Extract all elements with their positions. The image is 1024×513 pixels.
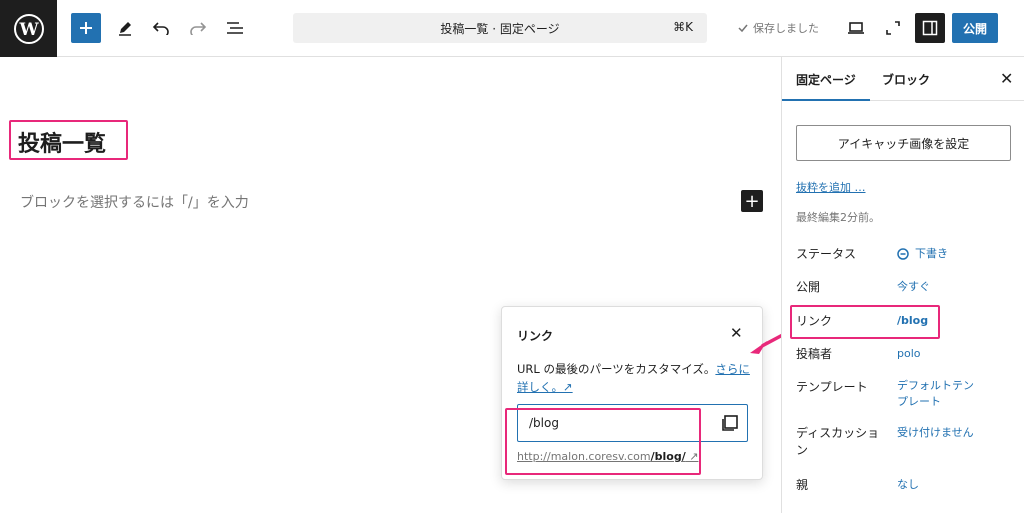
status-value[interactable]: 下書き — [897, 246, 948, 262]
command-palette-bar[interactable]: 投稿一覧 · 固定ページ ⌘K — [293, 13, 707, 43]
close-icon[interactable]: ✕ — [730, 324, 743, 342]
publish-button[interactable]: 公開 — [952, 13, 998, 43]
parent-value[interactable]: なし — [897, 477, 919, 493]
draft-status-icon — [897, 248, 909, 260]
template-value[interactable]: デフォルトテンプレート — [897, 378, 975, 410]
shortcut-hint: ⌘K — [673, 20, 693, 34]
block-placeholder[interactable]: ブロックを選択するには「/」を入力 — [20, 192, 249, 212]
preview-device-icon[interactable] — [841, 13, 871, 43]
publish-value[interactable]: 今すぐ — [897, 279, 930, 295]
last-edited-text: 最終編集2分前。 — [796, 211, 880, 224]
fullscreen-icon[interactable] — [878, 13, 908, 43]
wordpress-logo-icon[interactable]: W — [0, 0, 57, 57]
tab-page[interactable]: 固定ページ — [782, 71, 870, 101]
status-text: 下書き — [915, 247, 948, 260]
settings-sidebar-toggle[interactable] — [915, 13, 945, 43]
undo-icon[interactable] — [146, 13, 176, 43]
popover-title: リンク — [517, 329, 554, 343]
author-label: 投稿者 — [796, 347, 833, 361]
editor-toolbar: W 投稿一覧 · 固定ページ ⌘K 保存しました 公開 — [0, 0, 1024, 57]
inline-add-block-button[interactable]: + — [741, 190, 763, 212]
tab-block[interactable]: ブロック — [882, 71, 930, 88]
add-excerpt-link[interactable]: 抜粋を追加 … — [796, 179, 866, 195]
page-title[interactable]: 投稿一覧 — [18, 126, 106, 158]
slug-highlight — [505, 408, 701, 475]
saved-label: 保存しました — [753, 22, 819, 35]
check-icon — [738, 24, 748, 33]
discussion-value[interactable]: 受け付けません — [897, 425, 974, 441]
link-value[interactable]: /blog — [897, 313, 928, 329]
parent-label: 親 — [796, 478, 809, 492]
publish-label: 公開 — [796, 280, 821, 294]
svg-text:W: W — [18, 20, 39, 40]
copy-icon[interactable] — [720, 413, 740, 433]
close-icon[interactable]: ✕ — [1000, 69, 1013, 88]
author-value[interactable]: polo — [897, 346, 921, 362]
link-label: リンク — [796, 314, 833, 328]
sidebar-tabs: 固定ページ ブロック ✕ — [782, 57, 1024, 101]
popover-description: URL の最後のパーツをカスタマイズ。さらに詳しく。↗ — [517, 360, 752, 396]
sidebar-icon — [922, 20, 938, 36]
discussion-label: ディスカッション — [796, 426, 880, 457]
document-title: 投稿一覧 · 固定ページ — [440, 22, 560, 36]
settings-sidebar: 固定ページ ブロック ✕ アイキャッチ画像を設定 抜粋を追加 … 最終編集2分前… — [781, 57, 1024, 513]
saved-status: 保存しました — [737, 20, 819, 36]
document-overview-icon[interactable] — [220, 13, 250, 43]
status-label: ステータス — [796, 247, 857, 261]
template-label: テンプレート — [796, 380, 868, 394]
redo-icon[interactable] — [183, 13, 213, 43]
set-featured-image-button[interactable]: アイキャッチ画像を設定 — [796, 125, 1011, 161]
description-text: URL の最後のパーツをカスタマイズ。 — [517, 362, 716, 376]
pencil-tool-icon[interactable] — [110, 13, 140, 43]
add-block-button[interactable] — [71, 13, 101, 43]
